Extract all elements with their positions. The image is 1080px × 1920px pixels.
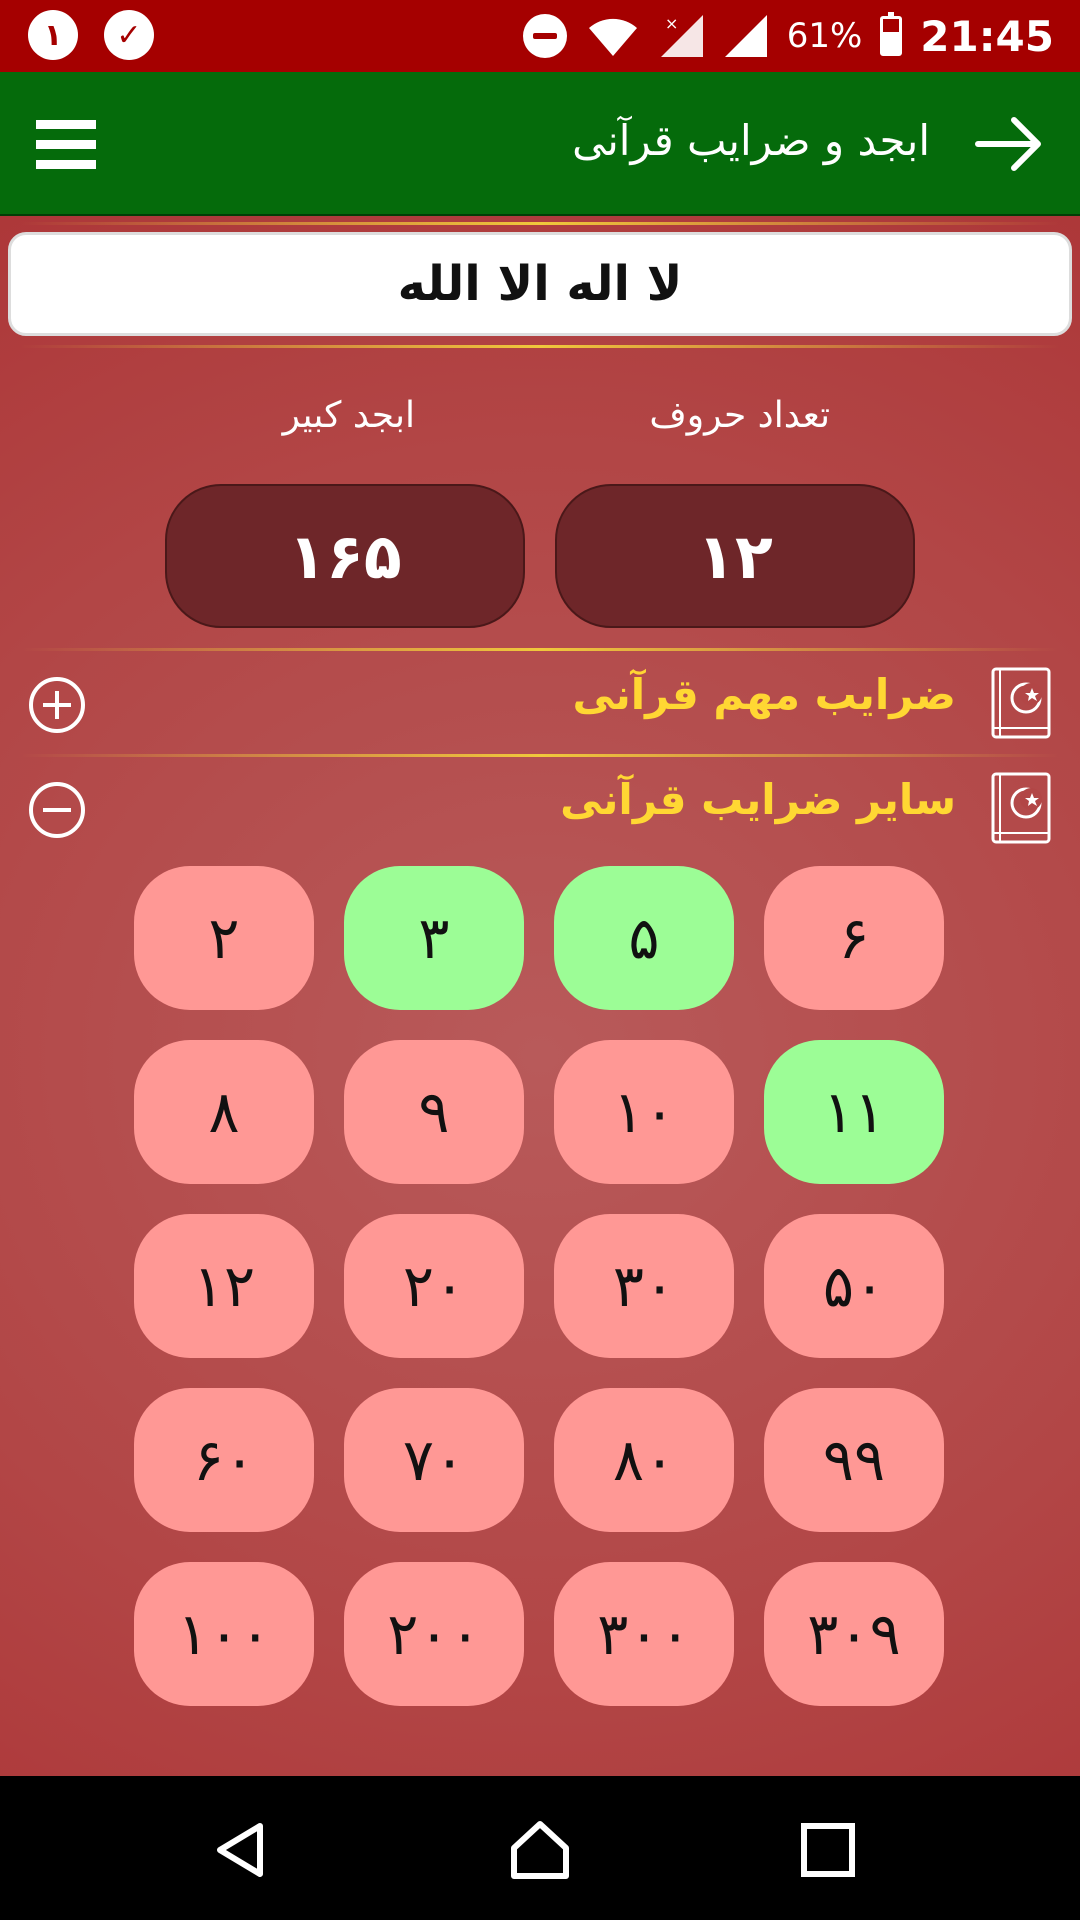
coefficient-tile[interactable]: ٣ bbox=[344, 866, 524, 1010]
signal-icon-1: × bbox=[660, 14, 703, 57]
clock: 21:45 bbox=[920, 11, 1054, 61]
section-title: ضرایب مهم قرآنی bbox=[572, 670, 956, 719]
coefficient-tile[interactable]: ٨٠ bbox=[554, 1388, 734, 1532]
coefficient-tile[interactable]: ١٢ bbox=[134, 1214, 314, 1358]
coefficient-tile[interactable]: ٨ bbox=[134, 1040, 314, 1184]
coefficient-tile[interactable]: ۶ bbox=[764, 866, 944, 1010]
divider bbox=[20, 754, 1060, 757]
coefficient-tile[interactable]: ١٠ bbox=[554, 1040, 734, 1184]
abjad-label: ابجد کبیر bbox=[282, 395, 415, 436]
letters-count-label: تعداد حروف bbox=[649, 395, 830, 436]
back-arrow-icon[interactable] bbox=[974, 114, 1044, 174]
battery-percent: 61% bbox=[786, 16, 863, 56]
navigation-bar bbox=[0, 1776, 1080, 1920]
do-not-disturb-icon bbox=[522, 14, 567, 58]
abjad-value: ١۶۵ bbox=[165, 484, 525, 628]
divider bbox=[20, 648, 1060, 651]
recents-nav-icon[interactable] bbox=[796, 1818, 860, 1882]
wifi-icon bbox=[588, 18, 637, 56]
back-nav-icon[interactable] bbox=[208, 1818, 272, 1882]
home-nav-icon[interactable] bbox=[508, 1818, 572, 1882]
check-notification-icon: ✓ bbox=[104, 10, 154, 60]
coefficient-tile[interactable]: ۵ bbox=[554, 866, 734, 1010]
coefficient-tile[interactable]: ٧٠ bbox=[344, 1388, 524, 1532]
coefficient-tile[interactable]: ٣٠٠ bbox=[554, 1562, 734, 1706]
quran-book-icon bbox=[991, 772, 1051, 844]
battery-icon bbox=[880, 12, 903, 56]
expand-plus-icon[interactable] bbox=[28, 676, 86, 734]
phrase-input[interactable]: لا اله الا الله bbox=[8, 232, 1072, 336]
section-other-coefficients[interactable]: سایر ضرایب قرآنی bbox=[28, 765, 1052, 851]
letters-count-value: ١٢ bbox=[555, 484, 915, 628]
coefficient-tile[interactable]: ٩٩ bbox=[764, 1388, 944, 1532]
notification-badge: ١ bbox=[28, 10, 78, 60]
status-bar: ١ ✓ × 61% 21:45 bbox=[0, 0, 1080, 72]
divider bbox=[20, 222, 1060, 225]
quran-book-icon bbox=[991, 667, 1051, 739]
svg-text:×: × bbox=[665, 14, 678, 33]
section-important-coefficients[interactable]: ضرایب مهم قرآنی bbox=[28, 660, 1052, 746]
coefficient-tile[interactable]: ۵٠ bbox=[764, 1214, 944, 1358]
coefficient-tile[interactable]: ٣٠ bbox=[554, 1214, 734, 1358]
coefficient-tile[interactable]: ۶٠ bbox=[134, 1388, 314, 1532]
menu-icon[interactable] bbox=[36, 120, 96, 170]
app-toolbar: ابجد و ضرایب قرآنی bbox=[0, 72, 1080, 216]
section-title: سایر ضرایب قرآنی bbox=[560, 775, 956, 824]
coefficient-tile[interactable]: ٩ bbox=[344, 1040, 524, 1184]
coefficient-tile[interactable]: ١٠٠ bbox=[134, 1562, 314, 1706]
coefficient-tile[interactable]: ٢٠٠ bbox=[344, 1562, 524, 1706]
divider bbox=[20, 345, 1060, 348]
signal-icon-2 bbox=[724, 15, 767, 57]
coefficient-tile[interactable]: ٢ bbox=[134, 866, 314, 1010]
coefficient-tile[interactable]: ١١ bbox=[764, 1040, 944, 1184]
coefficient-tile[interactable]: ٢٠ bbox=[344, 1214, 524, 1358]
coefficient-tile[interactable]: ٣٠٩ bbox=[764, 1562, 944, 1706]
page-title: ابجد و ضرایب قرآنی bbox=[572, 116, 930, 165]
collapse-minus-icon[interactable] bbox=[28, 781, 86, 839]
